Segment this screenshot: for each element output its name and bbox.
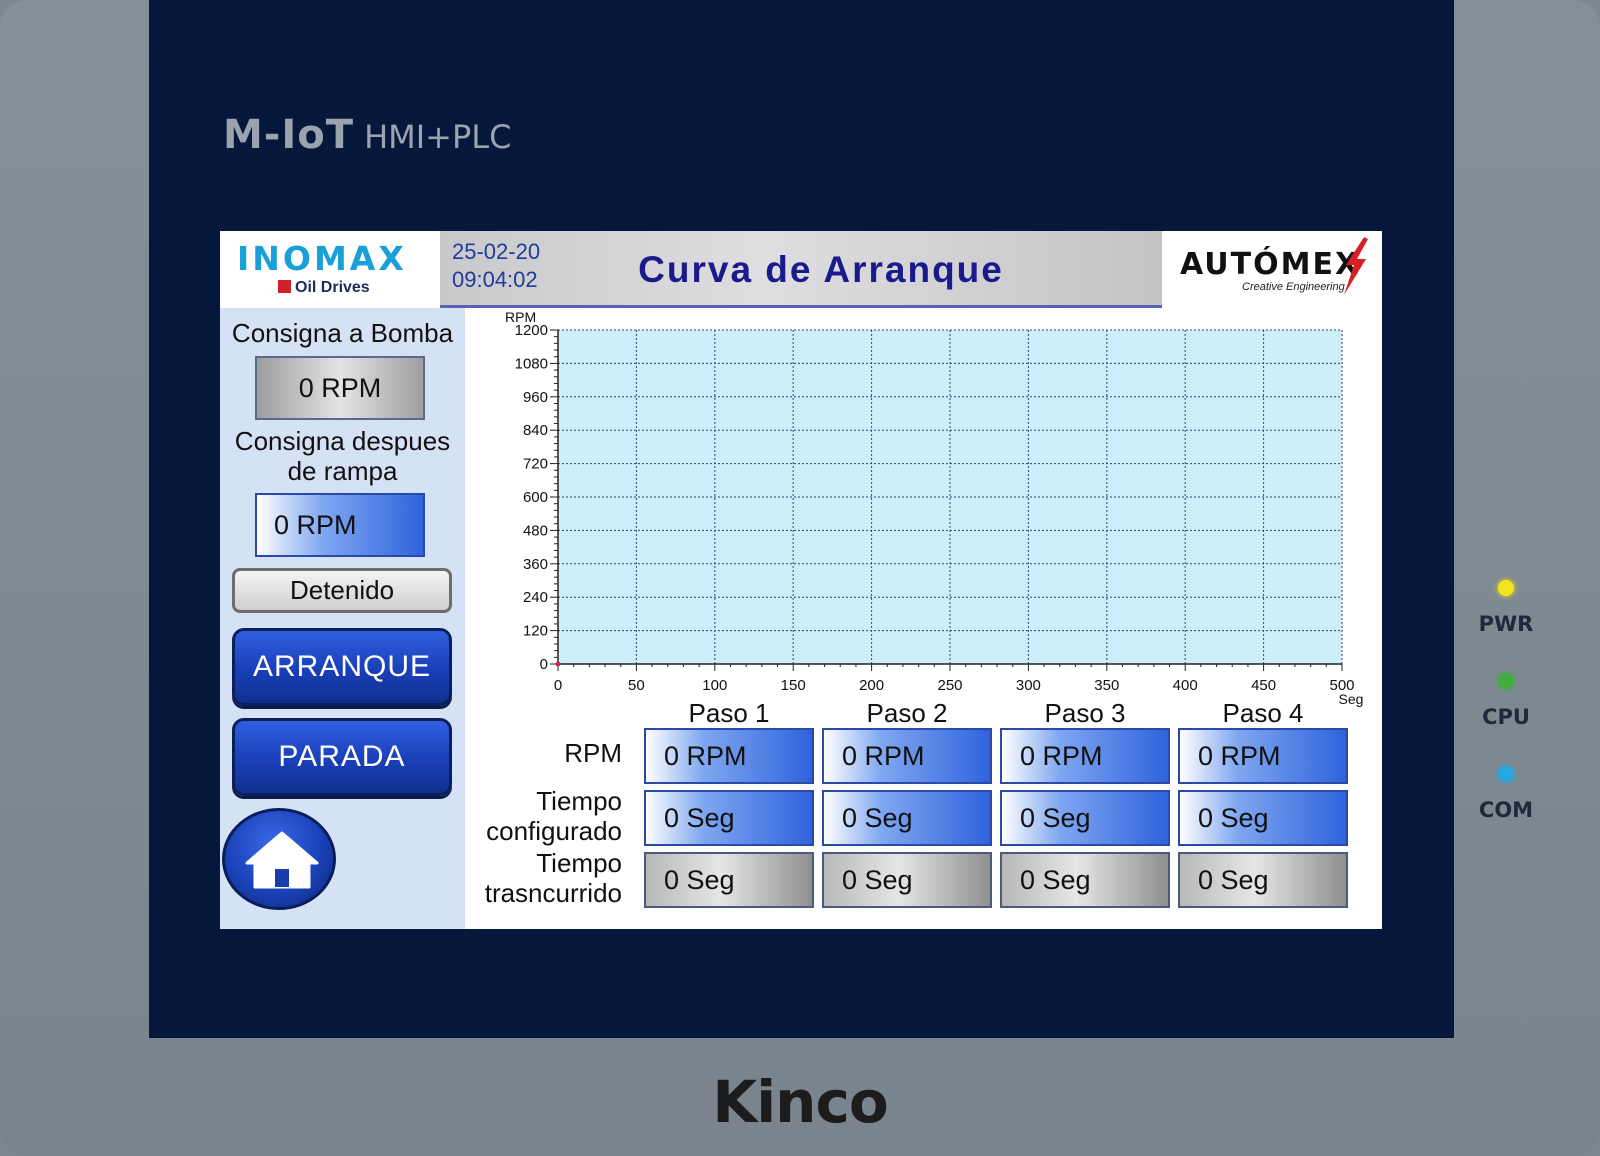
led-label: COM xyxy=(1478,798,1534,822)
consigna-rampa-input[interactable]: 0 RPM xyxy=(255,493,425,557)
cpu-led-icon xyxy=(1498,673,1514,689)
x-tick-label: 400 xyxy=(1173,677,1198,694)
step-rpm-input[interactable]: 0 RPM xyxy=(1000,728,1170,784)
row-label-elapsed-1: Tiempo xyxy=(536,848,622,878)
x-tick-label: 200 xyxy=(859,677,884,694)
oil-drives-text: Oil Drives xyxy=(278,279,370,297)
startup-curve-chart: RPM Seg 0 50 100 150 200 250 300 350 400 450 50001… xyxy=(505,309,1363,707)
consigna-bomba-label: Consigna a Bomba xyxy=(231,318,454,348)
page-title: Curva de Arranque xyxy=(638,249,1004,290)
row-label-elapsed-2: trasncurrido xyxy=(484,878,622,908)
title-bar: 25-02-20 09:04:02 Curva de Arranque xyxy=(440,231,1162,308)
automex-flame-icon xyxy=(1344,237,1368,295)
y-tick-label: 0 xyxy=(540,656,548,673)
y-tick-label: 600 xyxy=(523,489,548,506)
x-tick-label: 0 xyxy=(554,677,562,694)
x-tick-label: 150 xyxy=(781,677,806,694)
inomax-logo: INOMAX Oil Drives xyxy=(220,231,440,308)
y-tick-label: 960 xyxy=(523,389,548,406)
brand-miot: M-IoT xyxy=(223,112,355,158)
status-indicator: Detenido xyxy=(232,568,452,613)
y-tick-label: 360 xyxy=(523,556,548,573)
x-tick-label: 500 xyxy=(1329,677,1354,694)
row-label-rpm: RPM xyxy=(564,738,622,768)
status-leds: PWR CPU COM xyxy=(1466,580,1546,859)
step-rpm-input[interactable]: 0 RPM xyxy=(822,728,992,784)
x-tick-label: 450 xyxy=(1251,677,1276,694)
x-tick-label: 50 xyxy=(628,677,645,694)
oil-drives-label: Oil Drives xyxy=(295,279,370,296)
y-tick-label: 840 xyxy=(523,422,548,439)
step-header: Paso 3 xyxy=(1044,698,1126,728)
led-cpu: CPU xyxy=(1466,673,1546,766)
home-button[interactable] xyxy=(222,808,336,910)
data-point xyxy=(555,661,561,667)
led-com: COM xyxy=(1466,766,1546,859)
steps-table: RPM Tiempo configurado Tiempo trasncurri… xyxy=(465,698,1382,929)
x-tick-label: 100 xyxy=(702,677,727,694)
y-tick-label: 1080 xyxy=(515,355,548,372)
led-pwr: PWR xyxy=(1466,580,1546,673)
brand-hmi-plc: HMI+PLC xyxy=(364,118,512,156)
led-label: CPU xyxy=(1482,705,1530,729)
y-tick-label: 1200 xyxy=(515,322,548,339)
step-time-input[interactable]: 0 Seg xyxy=(1178,790,1348,846)
step-elapsed-value: 0 Seg xyxy=(1178,852,1348,908)
y-tick-label: 120 xyxy=(523,623,548,640)
parada-button[interactable]: PARADA xyxy=(232,718,452,796)
automex-logo-sub: Creative Engineering xyxy=(1242,281,1345,293)
oil-drives-icon xyxy=(278,280,291,293)
step-time-input[interactable]: 0 Seg xyxy=(1000,790,1170,846)
hmi-header: INOMAX Oil Drives 25-02-20 09:04:02 Curv… xyxy=(220,231,1382,308)
y-tick-label: 240 xyxy=(523,589,548,606)
x-tick-label: 350 xyxy=(1094,677,1119,694)
y-tick-label: 720 xyxy=(523,456,548,473)
com-led-icon xyxy=(1498,766,1514,782)
step-elapsed-value: 0 Seg xyxy=(822,852,992,908)
x-tick-label: 300 xyxy=(1016,677,1041,694)
automex-logo-text: AUTÓMEX xyxy=(1180,247,1361,282)
step-time-input[interactable]: 0 Seg xyxy=(644,790,814,846)
device-brand-top: M-IoT HMI+PLC xyxy=(223,112,511,158)
x-tick-label: 250 xyxy=(937,677,962,694)
consigna-rampa-label-2: de rampa xyxy=(287,456,398,486)
row-label-config-1: Tiempo xyxy=(536,786,622,816)
device-bezel: M-IoT HMI+PLC Kinco PWR CPU COM INOMAX Oi… xyxy=(0,0,1600,1156)
led-label: PWR xyxy=(1478,612,1534,636)
step-elapsed-value: 0 Seg xyxy=(644,852,814,908)
left-panel: Consigna a Bomba 0 RPM Consigna despues … xyxy=(220,308,465,929)
device-brand-bottom: Kinco xyxy=(712,1068,888,1136)
step-header: Paso 1 xyxy=(688,698,770,728)
step-header: Paso 2 xyxy=(866,698,948,728)
arranque-button[interactable]: ARRANQUE xyxy=(232,628,452,706)
step-elapsed-value: 0 Seg xyxy=(1000,852,1170,908)
row-label-config-2: configurado xyxy=(486,816,622,846)
step-rpm-input[interactable]: 0 RPM xyxy=(1178,728,1348,784)
consigna-bomba-value: 0 RPM xyxy=(255,356,425,420)
automex-logo: AUTÓMEX Creative Engineering xyxy=(1162,231,1382,308)
consigna-rampa-label-1: Consigna despues xyxy=(234,426,451,456)
y-tick-label: 480 xyxy=(523,522,548,539)
step-time-input[interactable]: 0 Seg xyxy=(822,790,992,846)
step-rpm-input[interactable]: 0 RPM xyxy=(644,728,814,784)
inomax-logo-text: INOMAX xyxy=(237,239,407,278)
step-header: Paso 4 xyxy=(1222,698,1304,728)
hmi-display: INOMAX Oil Drives 25-02-20 09:04:02 Curv… xyxy=(220,231,1382,929)
home-icon xyxy=(245,831,319,889)
pwr-led-icon xyxy=(1498,580,1514,596)
